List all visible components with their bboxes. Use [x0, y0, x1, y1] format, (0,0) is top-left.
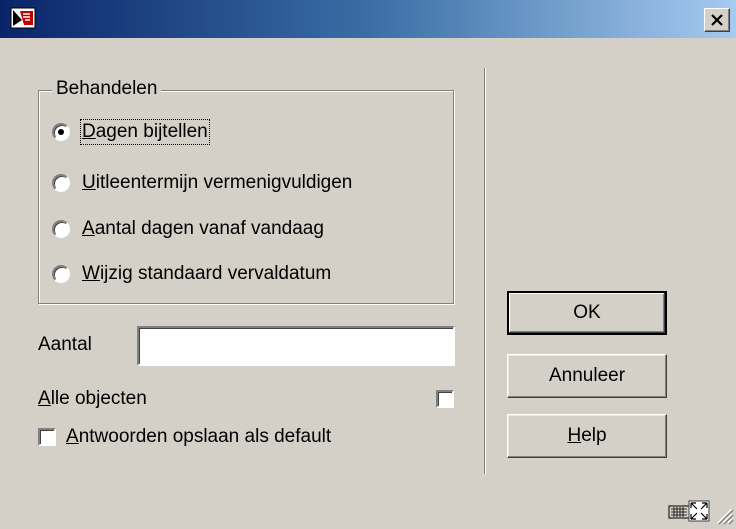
- close-button[interactable]: [704, 8, 730, 32]
- radio-label-aantal-dagen[interactable]: Aantal dagen vanaf vandaag: [82, 218, 324, 240]
- antwoorden-opslaan-row[interactable]: Antwoorden opslaan als default: [38, 426, 331, 448]
- alle-objecten-label: Alle objecten: [38, 388, 147, 409]
- app-logo-icon[interactable]: [10, 6, 36, 30]
- radio-label-dagen-bijtellen[interactable]: Dagen bijtellen: [80, 119, 210, 145]
- aantal-label: Aantal: [38, 334, 92, 355]
- radio-label-wijzig-vervaldatum[interactable]: Wijzig standaard vervaldatum: [82, 263, 331, 285]
- keyboard-icon[interactable]: [668, 502, 690, 520]
- radio-wijzig-standaard-vervaldatum[interactable]: Wijzig standaard vervaldatum: [52, 259, 331, 289]
- dialog-window: Behandelen Dagen bijtellen Uitleentermij…: [0, 0, 736, 529]
- resize-grip-icon[interactable]: [712, 503, 734, 525]
- radio-button-wijzig-vervaldatum[interactable]: [52, 265, 70, 283]
- aantal-input[interactable]: [137, 326, 455, 366]
- behandelen-group-label: Behandelen: [52, 78, 162, 100]
- alle-objecten-checkbox[interactable]: [436, 390, 454, 408]
- expand-icon[interactable]: [688, 500, 710, 522]
- radio-button-dagen-bijtellen[interactable]: [52, 123, 70, 141]
- annuleer-button[interactable]: Annuleer: [507, 354, 667, 398]
- close-icon: [711, 14, 723, 26]
- title-bar[interactable]: [0, 0, 736, 38]
- vertical-divider: [484, 68, 486, 474]
- radio-button-aantal-dagen[interactable]: [52, 220, 70, 238]
- radio-button-uitleentermijn[interactable]: [52, 174, 70, 192]
- antwoorden-opslaan-label[interactable]: Antwoorden opslaan als default: [66, 426, 331, 448]
- radio-dagen-bijtellen[interactable]: Dagen bijtellen: [52, 117, 210, 147]
- radio-aantal-dagen-vanaf-vandaag[interactable]: Aantal dagen vanaf vandaag: [52, 214, 324, 244]
- radio-label-uitleentermijn[interactable]: Uitleentermijn vermenigvuldigen: [82, 172, 352, 194]
- radio-uitleentermijn-vermenigvuldigen[interactable]: Uitleentermijn vermenigvuldigen: [52, 168, 352, 198]
- antwoorden-opslaan-checkbox[interactable]: [38, 428, 56, 446]
- ok-button[interactable]: OK: [507, 291, 667, 335]
- help-button[interactable]: Help: [507, 414, 667, 458]
